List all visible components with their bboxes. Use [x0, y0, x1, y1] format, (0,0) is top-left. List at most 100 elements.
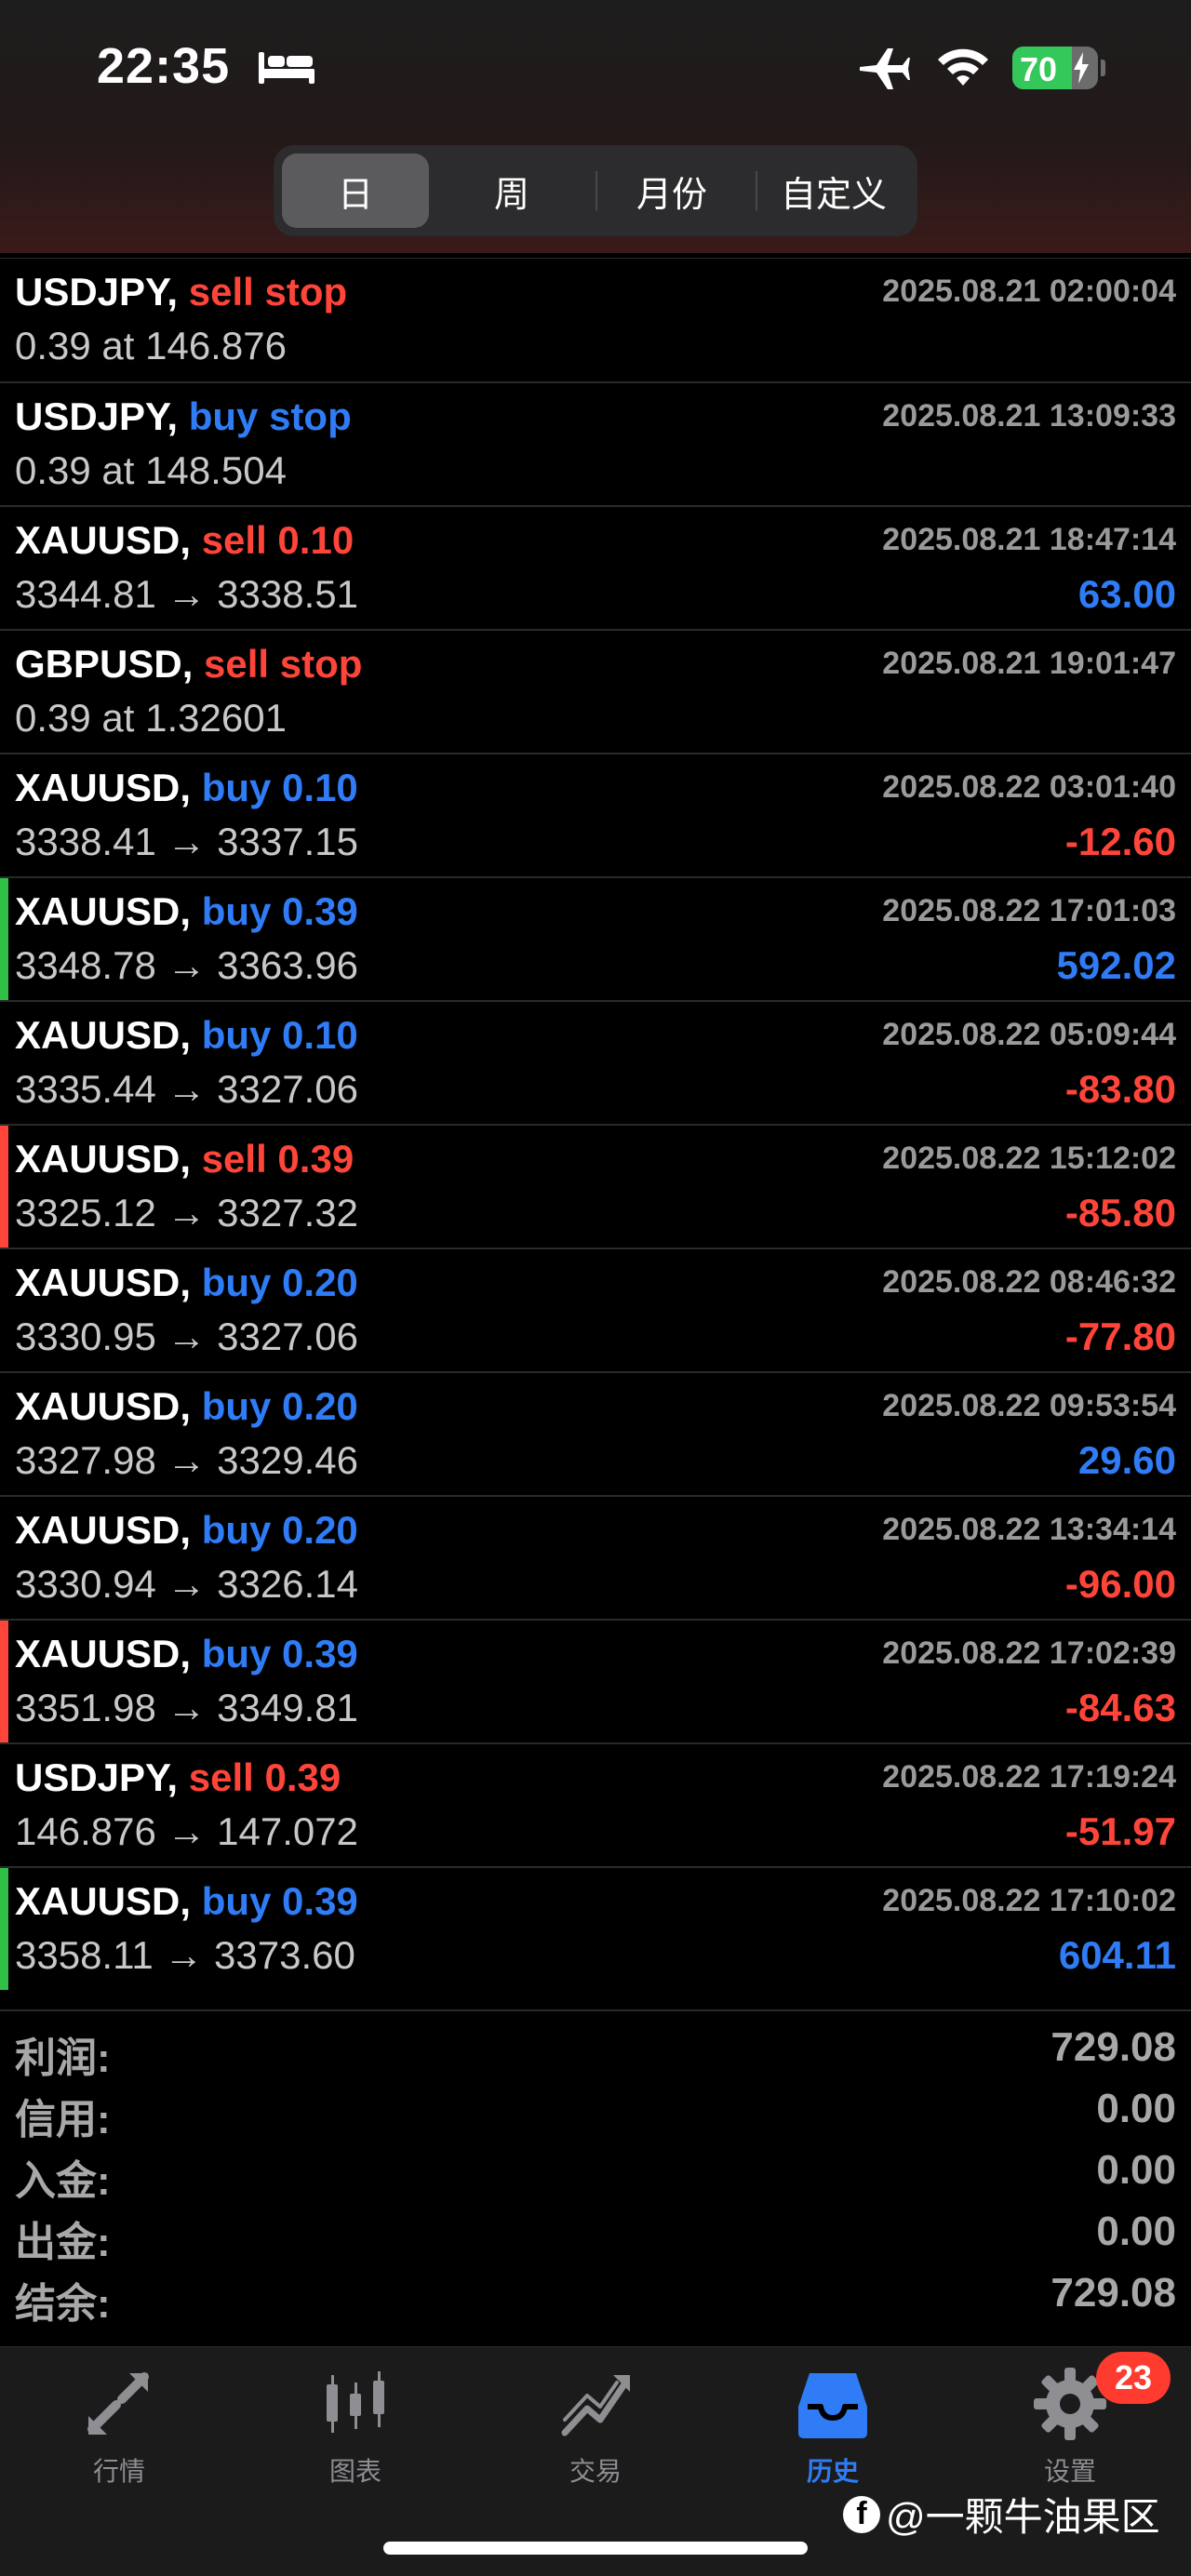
order-row[interactable]: XAUUSD, buy 0.10 3335.44 → 3327.06 2025.08… [0, 1000, 1191, 1124]
order-row[interactable]: XAUUSD, buy 0.20 3330.94 → 3326.14 2025.08… [0, 1495, 1191, 1619]
quotes-arrows-icon [87, 2372, 149, 2435]
summary-row: 信用: 0.00 [0, 2073, 1191, 2142]
order-profit: 29.60 [1077, 1438, 1176, 1482]
tab-trade[interactable]: 交易 [502, 2364, 689, 2503]
order-row[interactable]: XAUUSD, buy 0.20 3327.98 → 3329.46 2025.08… [0, 1371, 1191, 1495]
order-title: XAUUSD, buy 0.20 [15, 1384, 358, 1429]
watermark: f @一颗牛油果区 [843, 2486, 1160, 2543]
order-symbol: XAUUSD, [15, 889, 192, 933]
order-time: 2025.08.21 19:01:47 [882, 646, 1176, 681]
order-symbol: XAUUSD, [15, 1137, 192, 1181]
order-time: 2025.08.21 02:00:04 [882, 274, 1176, 309]
order-title: XAUUSD, sell 0.10 [15, 518, 354, 563]
order-time: 2025.08.22 13:34:14 [882, 1512, 1176, 1547]
order-time: 2025.08.22 15:12:02 [882, 1141, 1176, 1176]
order-row[interactable]: XAUUSD, buy 0.39 3358.11 → 3373.60 2025.08… [0, 1866, 1191, 1990]
order-time: 2025.08.22 05:09:44 [882, 1017, 1176, 1052]
order-profit: -12.60 [1064, 820, 1176, 863]
order-prices: 3351.98 → 3349.81 [15, 1686, 358, 1729]
order-prices: 0.39 at 148.504 [15, 448, 287, 492]
order-prices: 3335.44 → 3327.06 [15, 1067, 358, 1111]
order-profit: 63.00 [1077, 572, 1176, 616]
order-action: buy 0.20 [201, 1261, 358, 1304]
account-summary: 利润: 729.08 信用: 0.00 入金: 0.00 出金: 0.00 结余: 729.08 [0, 2009, 1191, 2327]
tab-label: 交易 [569, 2457, 622, 2486]
summary-value: 729.08 [1050, 2024, 1176, 2070]
order-profit: -51.97 [1064, 1809, 1176, 1853]
order-title: XAUUSD, buy 0.20 [15, 1261, 358, 1305]
result-marker [0, 1868, 8, 1990]
order-row[interactable]: XAUUSD, buy 0.39 3351.98 → 3349.81 2025.08… [0, 1619, 1191, 1742]
order-action: sell 0.10 [201, 518, 355, 562]
tab-history[interactable]: 历史 [740, 2364, 926, 2503]
order-symbol: GBPUSD, [15, 642, 194, 686]
candlestick-chart-icon [327, 2371, 384, 2433]
order-prices: 3325.12 → 3327.32 [15, 1191, 358, 1235]
order-action: buy 0.20 [201, 1508, 358, 1552]
order-action: buy 0.10 [201, 766, 358, 809]
order-action: sell 0.39 [188, 1755, 341, 1799]
order-title: XAUUSD, sell 0.39 [15, 1137, 354, 1181]
order-title: XAUUSD, buy 0.39 [15, 1632, 358, 1676]
order-profit: -96.00 [1064, 1562, 1176, 1606]
battery-indicator: 70 [1012, 47, 1098, 89]
order-symbol: USDJPY, [15, 270, 179, 314]
order-profit: -83.80 [1064, 1067, 1176, 1111]
order-title: USDJPY, buy stop [15, 394, 352, 439]
order-time: 2025.08.22 17:01:03 [882, 893, 1176, 928]
segment-divider [596, 171, 597, 210]
order-row[interactable]: USDJPY, sell stop 0.39 at 146.876 2025.08.… [0, 258, 1191, 381]
order-action: buy 0.39 [201, 1632, 358, 1675]
wifi-icon [938, 48, 988, 86]
order-row[interactable]: XAUUSD, buy 0.20 3330.95 → 3327.06 2025.08… [0, 1248, 1191, 1371]
battery-cap [1101, 60, 1105, 76]
period-tab-month[interactable]: 月份 [598, 153, 745, 228]
orders-list: USDJPY, sell stop 0.39 at 146.876 2025.08.… [0, 258, 1191, 1990]
tab-quotes[interactable]: 行情 [26, 2364, 212, 2503]
order-action: sell stop [204, 642, 363, 686]
order-prices: 3330.95 → 3327.06 [15, 1315, 358, 1358]
summary-row: 利润: 729.08 [0, 2011, 1191, 2081]
notification-badge: 23 [1096, 2352, 1171, 2404]
order-row[interactable]: USDJPY, sell 0.39 146.876 → 147.072 2025.0… [0, 1742, 1191, 1866]
order-time: 2025.08.22 17:02:39 [882, 1635, 1176, 1671]
period-tab-week[interactable]: 周 [438, 153, 585, 228]
order-time: 2025.08.21 18:47:14 [882, 522, 1176, 557]
order-title: XAUUSD, buy 0.10 [15, 766, 358, 810]
order-symbol: XAUUSD, [15, 1384, 192, 1428]
order-action: buy stop [188, 394, 352, 438]
order-row[interactable]: USDJPY, buy stop 0.39 at 148.504 2025.08.2… [0, 381, 1191, 505]
order-symbol: USDJPY, [15, 394, 179, 438]
order-symbol: XAUUSD, [15, 1013, 192, 1057]
period-tab-custom[interactable]: 自定义 [760, 153, 907, 228]
summary-row: 入金: 0.00 [0, 2134, 1191, 2204]
order-profit: -85.80 [1064, 1191, 1176, 1235]
order-title: XAUUSD, buy 0.20 [15, 1508, 358, 1553]
order-row[interactable]: GBPUSD, sell stop 0.39 at 1.32601 2025.08.… [0, 629, 1191, 753]
order-row[interactable]: XAUUSD, sell 0.10 3344.81 → 3338.51 2025.0… [0, 505, 1191, 629]
order-time: 2025.08.22 08:46:32 [882, 1264, 1176, 1300]
status-time: 22:35 [97, 38, 231, 94]
order-row[interactable]: XAUUSD, sell 0.39 3325.12 → 3327.32 2025.0… [0, 1124, 1191, 1248]
order-time: 2025.08.21 13:09:33 [882, 398, 1176, 434]
period-segmented-control: 日 周 月份 自定义 [274, 145, 917, 236]
tab-charts[interactable]: 图表 [262, 2364, 448, 2503]
summary-value: 729.08 [1050, 2270, 1176, 2316]
history-inbox-icon [798, 2373, 867, 2438]
order-prices: 0.39 at 146.876 [15, 324, 287, 367]
order-prices: 3327.98 → 3329.46 [15, 1438, 358, 1482]
order-row[interactable]: XAUUSD, buy 0.39 3348.78 → 3363.96 2025.08… [0, 876, 1191, 1000]
order-prices: 3348.78 → 3363.96 [15, 943, 358, 987]
tab-label: 行情 [92, 2457, 145, 2486]
order-symbol: USDJPY, [15, 1755, 179, 1799]
order-symbol: XAUUSD, [15, 1261, 192, 1304]
order-time: 2025.08.22 03:01:40 [882, 769, 1176, 805]
order-symbol: XAUUSD, [15, 766, 192, 809]
order-prices: 3338.41 → 3337.15 [15, 820, 358, 863]
period-tab-day[interactable]: 日 [282, 153, 429, 228]
order-profit: 604.11 [1058, 1933, 1176, 1977]
order-row[interactable]: XAUUSD, buy 0.10 3338.41 → 3337.15 2025.08… [0, 753, 1191, 876]
battery-level: 70 [1020, 50, 1058, 88]
summary-value: 0.00 [1096, 2209, 1176, 2254]
summary-value: 0.00 [1096, 2086, 1176, 2131]
